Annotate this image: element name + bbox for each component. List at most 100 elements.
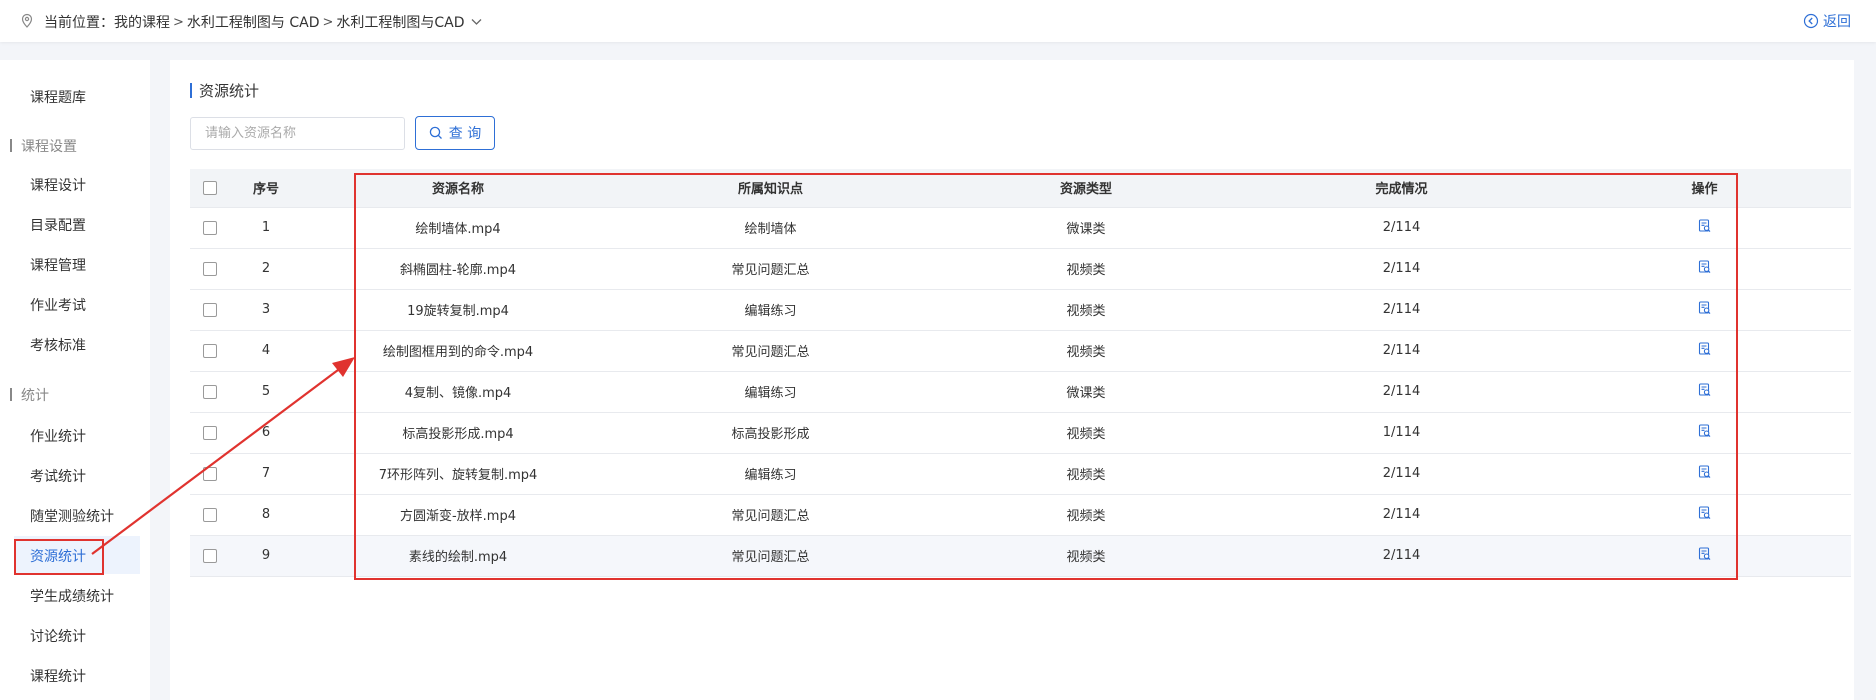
row-select-cell[interactable]: [190, 412, 230, 454]
row-checkbox[interactable]: [203, 384, 217, 399]
sidebar-item-course-management[interactable]: 课程管理: [30, 255, 86, 275]
breadcrumb: 当前位置： 我的课程 > 水利工程制图与 CAD > 水利工程制图与CAD: [44, 12, 482, 32]
cell-resource-name: 标高投影形成.mp4: [302, 412, 614, 454]
sidebar-item-homework-stats[interactable]: 作业统计: [30, 426, 86, 446]
cell-operation: [1558, 289, 1851, 331]
cell-resource-type: 视频类: [927, 248, 1245, 290]
sidebar-item-exam-stats[interactable]: 考试统计: [30, 466, 86, 486]
resource-table: 序号 资源名称 所属知识点 资源类型 完成情况 操作 1 绘制墙体.mp4 绘制墙体…: [190, 169, 1851, 577]
cell-resource-name: 素线的绘制.mp4: [302, 535, 614, 577]
query-button[interactable]: 查 询: [415, 116, 495, 150]
cell-resource-name: 方圆渐变-放样.mp4: [302, 494, 614, 536]
header-knowledge-point: 所属知识点: [614, 169, 927, 208]
row-select-cell[interactable]: [190, 289, 230, 331]
view-detail-icon[interactable]: [1698, 300, 1712, 319]
header-no: 序号: [230, 169, 302, 208]
table-header-row: 序号 资源名称 所属知识点 资源类型 完成情况 操作: [190, 169, 1851, 208]
row-checkbox[interactable]: [203, 466, 217, 481]
row-checkbox[interactable]: [203, 302, 217, 317]
table-row: 3 19旋转复制.mp4 编辑练习 视频类 2/114: [190, 289, 1851, 331]
cell-knowledge-point: 常见问题汇总: [614, 330, 927, 372]
search-icon: [429, 126, 442, 139]
main-panel: 资源统计 查 询 序号 资源名称 所属知识点 资源类型 完成情况 操作 1绘制墙…: [170, 60, 1854, 700]
cell-completion: 2/114: [1245, 371, 1558, 413]
cell-resource-name: 4复制、镜像.mp4: [302, 371, 614, 413]
view-detail-icon[interactable]: [1698, 259, 1712, 278]
view-detail-icon[interactable]: [1698, 546, 1712, 565]
cell-no: 8: [230, 494, 302, 536]
cell-operation: [1558, 248, 1851, 290]
cell-knowledge-point: 绘制墙体: [614, 207, 927, 249]
chevron-down-icon[interactable]: [471, 16, 482, 29]
row-checkbox[interactable]: [203, 507, 217, 522]
row-select-cell[interactable]: [190, 371, 230, 413]
row-checkbox[interactable]: [203, 548, 217, 563]
view-detail-icon[interactable]: [1698, 505, 1712, 524]
sidebar-item-question-bank[interactable]: 课程题库: [30, 87, 86, 107]
breadcrumb-item-course[interactable]: 水利工程制图与 CAD: [187, 12, 320, 32]
row-checkbox[interactable]: [203, 220, 217, 235]
breadcrumb-item-current-course[interactable]: 水利工程制图与CAD: [336, 12, 464, 32]
sidebar-item-discussion-stats[interactable]: 讨论统计: [30, 626, 86, 646]
query-button-label: 查 询: [448, 126, 482, 142]
cell-knowledge-point: 常见问题汇总: [614, 494, 927, 536]
table-row: 4 绘制图框用到的命令.mp4 常见问题汇总 视频类 2/114: [190, 330, 1851, 372]
sidebar-item-resource-stats[interactable]: 资源统计: [30, 546, 86, 566]
cell-no: 5: [230, 371, 302, 413]
sidebar-item-assessment-standard[interactable]: 考核标准: [30, 335, 86, 355]
back-arrow-icon: [1803, 13, 1819, 29]
cell-knowledge-point: 编辑练习: [614, 453, 927, 495]
view-detail-icon[interactable]: [1698, 382, 1712, 401]
cell-completion: 2/114: [1245, 330, 1558, 372]
sidebar-item-quiz-stats[interactable]: 随堂测验统计: [30, 506, 114, 526]
sidebar-item-course-stats[interactable]: 课程统计: [30, 666, 86, 686]
row-select-cell[interactable]: [190, 207, 230, 249]
view-detail-icon[interactable]: [1698, 423, 1712, 442]
cell-completion: 2/114: [1245, 289, 1558, 331]
row-checkbox[interactable]: [203, 343, 217, 358]
table-row: 5 4复制、镜像.mp4 编辑练习 微课类 2/114: [190, 371, 1851, 413]
cell-completion: 2/114: [1245, 248, 1558, 290]
sidebar: 课程题库 课程设置 课程设计 目录配置 课程管理 作业考试 考核标准 统计 作业…: [0, 60, 150, 700]
search-input[interactable]: [190, 117, 405, 150]
row-checkbox[interactable]: [203, 261, 217, 276]
select-all-checkbox[interactable]: [203, 180, 217, 195]
sidebar-item-course-design[interactable]: 课程设计: [30, 175, 86, 195]
cell-completion: 2/114: [1245, 207, 1558, 249]
row-select-cell[interactable]: [190, 535, 230, 577]
breadcrumb-item-my-courses[interactable]: 我的课程: [114, 12, 170, 32]
cell-completion: 1/114: [1245, 412, 1558, 454]
cell-resource-type: 视频类: [927, 535, 1245, 577]
view-detail-icon[interactable]: [1698, 341, 1712, 360]
cell-knowledge-point: 编辑练习: [614, 371, 927, 413]
cell-resource-type: 视频类: [927, 494, 1245, 536]
sidebar-item-catalog-config[interactable]: 目录配置: [30, 215, 86, 235]
cell-knowledge-point: 标高投影形成: [614, 412, 927, 454]
page-title: 资源统计: [190, 80, 259, 101]
view-detail-icon[interactable]: [1698, 218, 1712, 237]
row-checkbox[interactable]: [203, 425, 217, 440]
row-select-cell[interactable]: [190, 248, 230, 290]
cell-no: 9: [230, 535, 302, 577]
header-select-all[interactable]: [190, 169, 230, 208]
row-select-cell[interactable]: [190, 330, 230, 372]
cell-operation: [1558, 412, 1851, 454]
cell-resource-type: 视频类: [927, 330, 1245, 372]
header-resource-name: 资源名称: [302, 169, 614, 208]
cell-knowledge-point: 常见问题汇总: [614, 535, 927, 577]
cell-operation: [1558, 535, 1851, 577]
header-resource-type: 资源类型: [927, 169, 1245, 208]
table-row: 7 7环形阵列、旋转复制.mp4 编辑练习 视频类 2/114: [190, 453, 1851, 495]
row-select-cell[interactable]: [190, 494, 230, 536]
cell-resource-name: 7环形阵列、旋转复制.mp4: [302, 453, 614, 495]
back-button[interactable]: 返回: [1803, 11, 1851, 31]
sidebar-item-student-score-stats[interactable]: 学生成绩统计: [30, 586, 114, 606]
row-select-cell[interactable]: [190, 453, 230, 495]
cell-resource-name: 斜椭圆柱-轮廓.mp4: [302, 248, 614, 290]
location-pin-icon: [21, 13, 33, 28]
view-detail-icon[interactable]: [1698, 464, 1712, 483]
sidebar-item-homework-exam[interactable]: 作业考试: [30, 295, 86, 315]
cell-operation: [1558, 330, 1851, 372]
cell-resource-type: 视频类: [927, 289, 1245, 331]
location-label: 当前位置：: [44, 15, 114, 31]
